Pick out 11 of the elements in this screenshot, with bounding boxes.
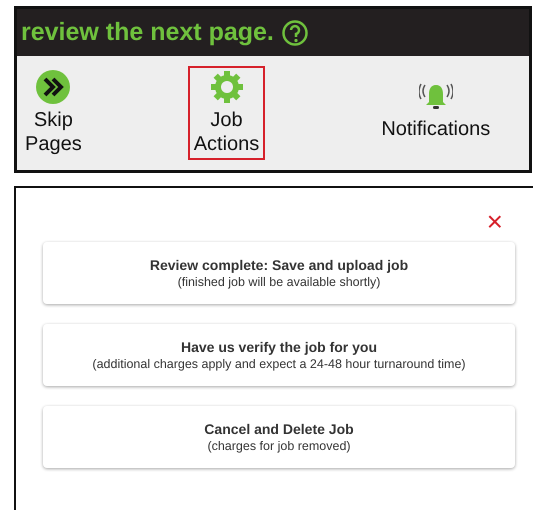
toolbar-button[interactable]: Job Actions xyxy=(188,66,266,160)
toolbar-button[interactable]: Skip Pages xyxy=(19,66,88,160)
double-chevron-icon xyxy=(36,70,70,104)
toolbar-button[interactable]: Notifications xyxy=(375,77,496,145)
header-title: review the next page. xyxy=(21,18,274,47)
action-button[interactable]: Have us verify the job for you (additional charges apply and expect a 24-48 hour turnaround time) xyxy=(43,324,515,386)
action-button[interactable]: Cancel and Delete Job (charges for job removed) xyxy=(43,406,515,468)
help-icon[interactable] xyxy=(282,20,308,46)
gear-icon xyxy=(210,70,244,104)
action-button[interactable]: Review complete: Save and upload job (finished job will be available shortly) xyxy=(43,242,515,304)
close-button[interactable]: × xyxy=(484,208,505,226)
